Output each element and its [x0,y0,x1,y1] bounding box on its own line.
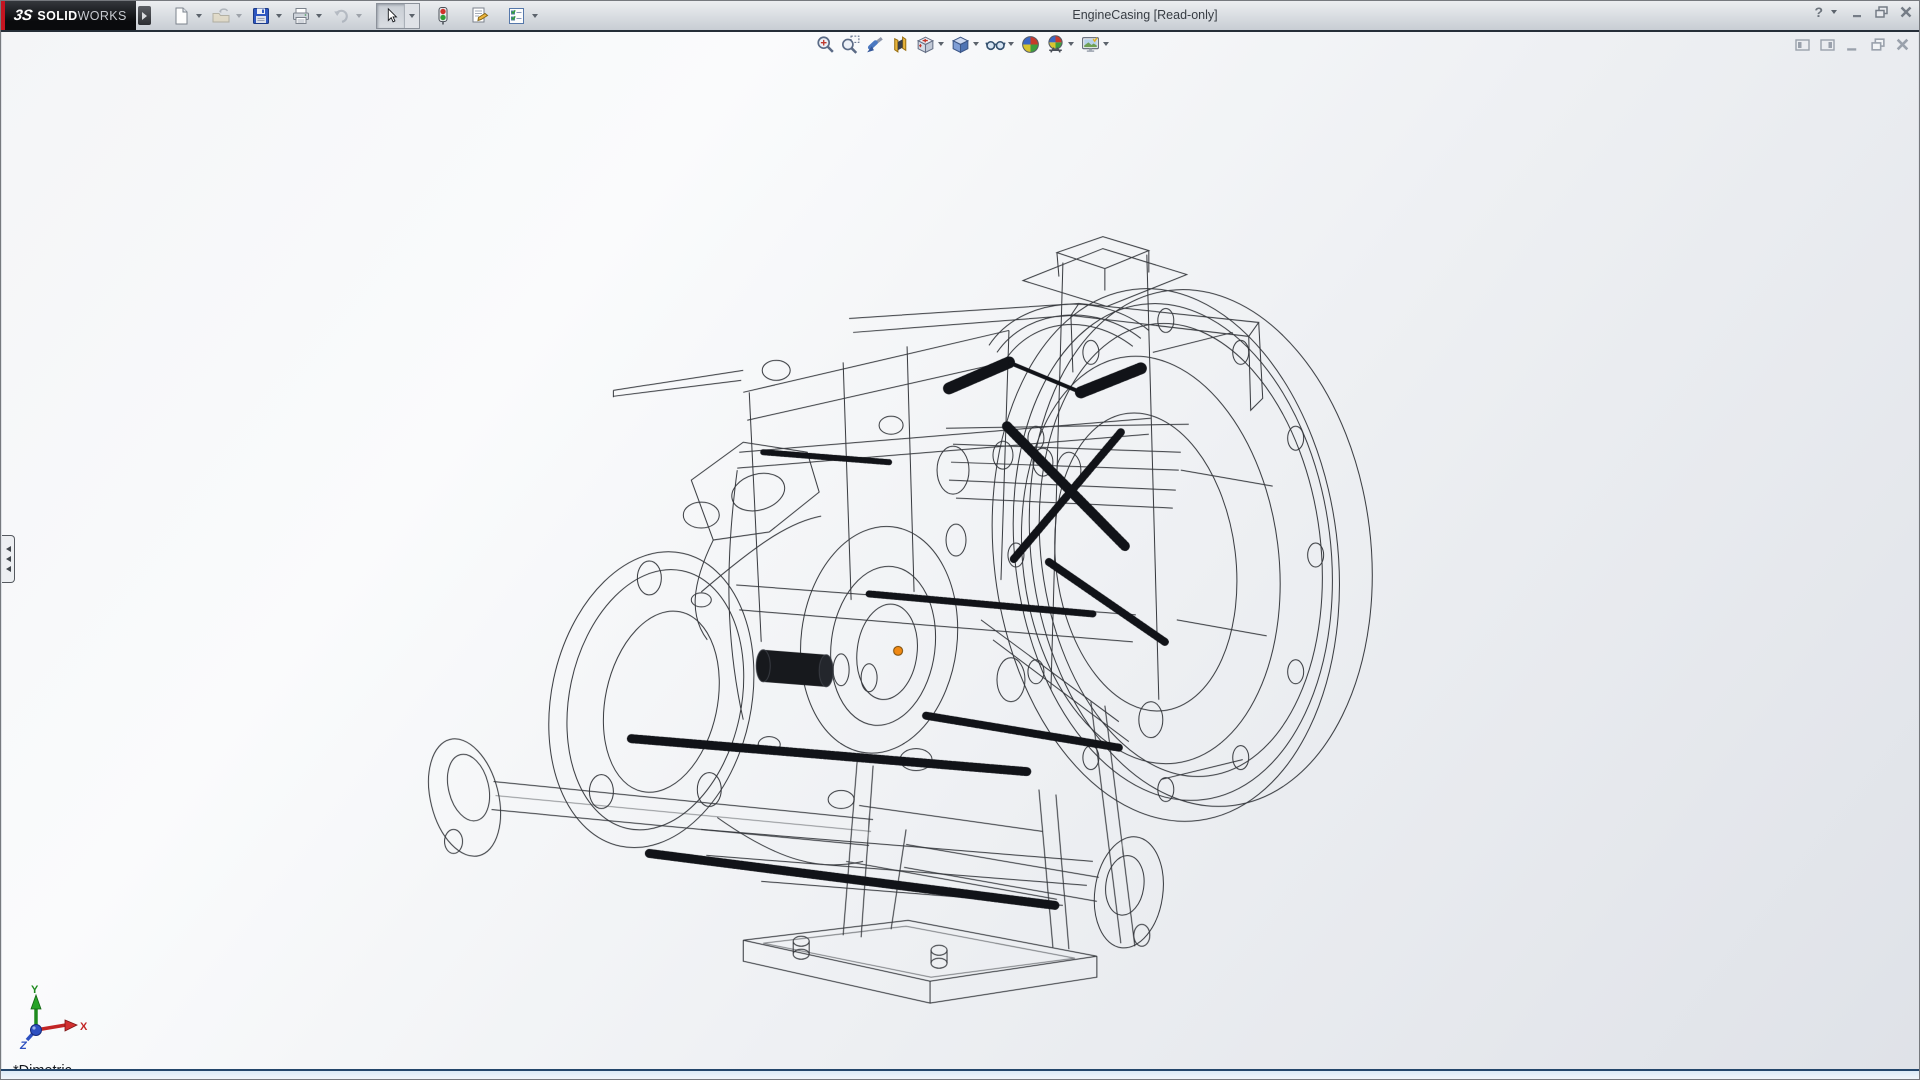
dropdown-arrow-icon[interactable] [938,42,944,46]
statusbar [1,1069,1919,1079]
dropdown-arrow-icon[interactable] [196,14,202,18]
main-toolbar [167,3,543,28]
open-button[interactable] [207,4,235,28]
doc-close-button[interactable] [1893,36,1912,53]
engine-casing-wireframe-model[interactable] [2,32,1918,1071]
new-document-icon [171,6,191,26]
options-checklist-icon [507,6,527,26]
pane-left-icon [1794,37,1811,53]
view-settings-monitor-icon [1080,34,1101,55]
undo-icon [331,6,351,26]
solidworks-window: 3S SOLIDWORKS [0,0,1920,1080]
apply-scene-icon [1045,34,1066,55]
section-view-icon [890,34,911,55]
dropdown-arrow-icon[interactable] [356,14,362,18]
display-style-cube-icon [950,34,971,55]
document-title: EngineCasing [Read-only] [1019,8,1271,22]
undo-button[interactable] [327,4,355,28]
zoom-to-fit-button[interactable] [813,32,838,56]
heads-up-view-toolbar [813,32,1113,56]
dropdown-arrow-icon[interactable] [316,14,322,18]
menu-flyout-tab[interactable] [138,6,151,25]
restore-button[interactable] [1873,4,1890,20]
y-axis-label: Y [31,984,39,996]
chevron-left-icon [6,556,11,562]
z-axis-label: Z [19,1040,28,1052]
x-axis-label: X [80,1021,88,1033]
y-axis-arrow [31,995,41,1009]
help-button[interactable]: ? [1814,4,1823,20]
view-orientation-cube-icon [915,34,936,55]
previous-view-icon [865,34,886,55]
minimize-icon [1845,37,1860,52]
display-style-button[interactable] [948,32,973,56]
logo-text-light: WORKS [78,9,127,23]
dropdown-arrow-icon[interactable] [1831,10,1837,14]
document-window-controls [1793,36,1912,53]
restore-icon [1870,37,1886,52]
view-orientation-button[interactable] [913,32,938,56]
dropdown-arrow-icon[interactable] [973,42,979,46]
z-axis-ball [31,1025,42,1036]
restore-icon [1874,5,1889,19]
graphics-viewport[interactable]: Y X Z *Dimetric [2,32,1918,1071]
close-icon [1895,37,1910,52]
chevron-left-icon [6,546,11,552]
show-right-pane-button[interactable] [1818,36,1837,53]
minimize-button[interactable] [1849,4,1866,20]
close-button[interactable] [1897,4,1914,20]
pane-right-icon [1819,37,1836,53]
dropdown-arrow-icon[interactable] [1008,42,1014,46]
view-settings-button[interactable] [1078,32,1103,56]
file-properties-button[interactable] [466,4,494,28]
save-floppy-icon [251,6,271,26]
dropdown-arrow-icon[interactable] [1068,42,1074,46]
hide-show-items-button[interactable] [983,32,1008,56]
new-document-button[interactable] [167,4,195,28]
rebuild-button[interactable] [429,4,457,28]
eyeglasses-icon [985,34,1006,55]
print-button[interactable] [287,4,315,28]
cursor-arrow-icon [382,7,400,25]
zoom-to-area-button[interactable] [838,32,863,56]
previous-view-button[interactable] [863,32,888,56]
origin-marker[interactable] [894,646,903,655]
show-left-pane-button[interactable] [1793,36,1812,53]
section-view-button[interactable] [888,32,913,56]
apply-scene-button[interactable] [1043,32,1068,56]
edit-appearance-button[interactable] [1018,32,1043,56]
select-tool-group [376,3,420,29]
dropdown-arrow-icon[interactable] [276,14,282,18]
dropdown-arrow-icon [409,14,415,18]
zoom-to-area-icon [840,34,861,55]
close-icon [1899,5,1913,19]
select-tool-button[interactable] [377,4,404,28]
solidworks-logo[interactable]: 3S SOLIDWORKS [5,1,136,30]
x-axis-arrow [65,1020,77,1031]
open-folder-icon [211,6,231,26]
zoom-to-fit-icon [815,34,836,55]
dropdown-arrow-icon[interactable] [532,14,538,18]
chevron-left-icon [6,566,11,572]
reference-triad[interactable]: Y X Z [16,983,96,1055]
minimize-icon [1851,5,1865,19]
doc-minimize-button[interactable] [1843,36,1862,53]
save-button[interactable] [247,4,275,28]
options-button[interactable] [503,4,531,28]
titlebar: 3S SOLIDWORKS [1,1,1919,32]
traffic-light-icon [433,6,453,26]
logo-3s-icon: 3S [13,7,34,24]
print-icon [291,6,311,26]
logo-text-bold: SOLID [37,9,77,23]
featuremanager-flyout-tab[interactable] [2,535,15,583]
chevron-right-icon [142,12,147,20]
file-properties-icon [470,6,490,26]
titlebar-controls: ? [1814,4,1914,20]
appearance-sphere-icon [1020,34,1041,55]
doc-restore-button[interactable] [1868,36,1887,53]
dropdown-arrow-icon[interactable] [1103,42,1109,46]
select-tool-dropdown[interactable] [404,4,419,28]
dropdown-arrow-icon[interactable] [236,14,242,18]
